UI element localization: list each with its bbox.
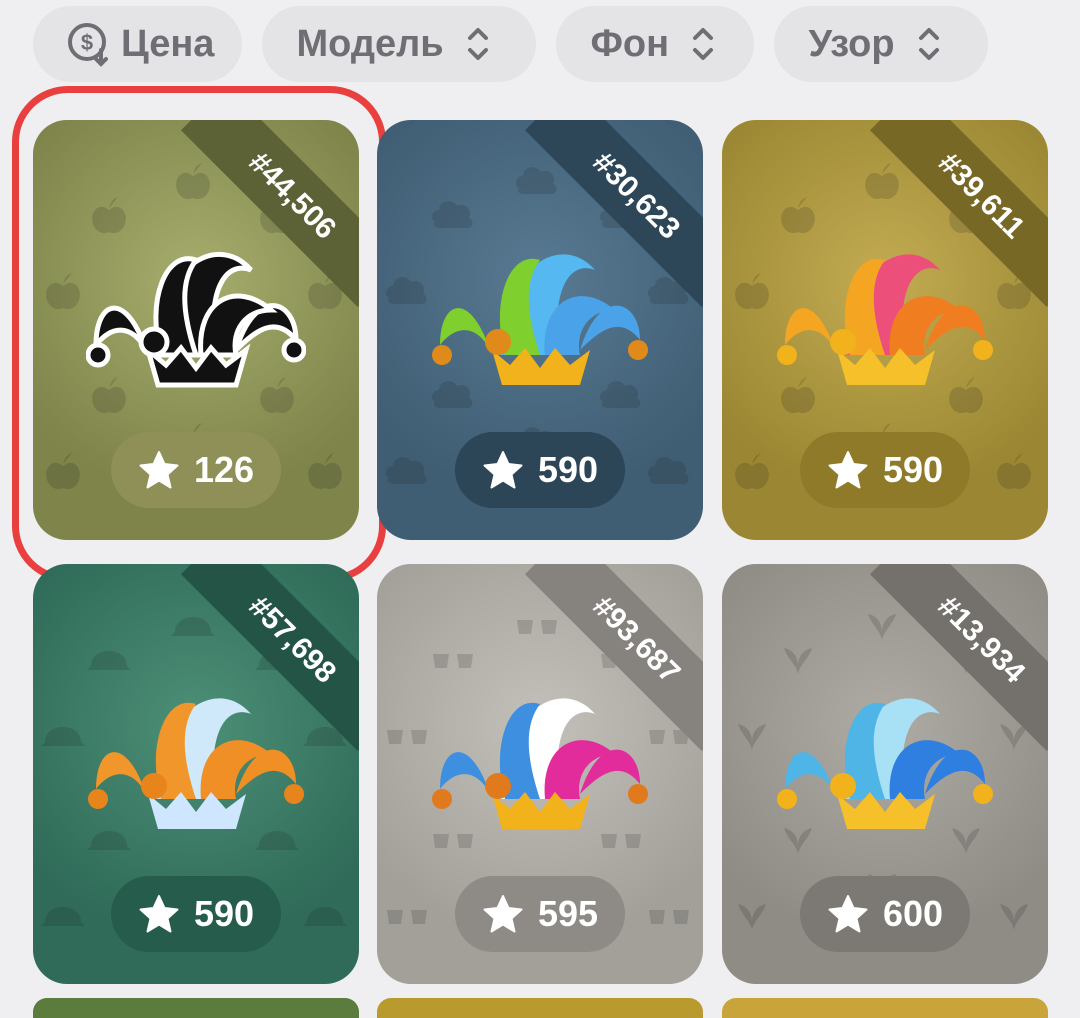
filter-model-chip[interactable]: Модель xyxy=(262,6,537,82)
star-icon xyxy=(483,451,523,489)
gift-card[interactable]: #30,623 590 xyxy=(377,120,703,540)
next-row-card-edge xyxy=(722,998,1048,1018)
filter-model-label: Модель xyxy=(296,22,444,65)
filter-price-chip[interactable]: $ Цена xyxy=(33,6,243,82)
filter-pattern-label: Узор xyxy=(808,22,895,65)
price-pill: 600 xyxy=(800,876,970,952)
filter-price-label: Цена xyxy=(121,22,215,65)
gift-card[interactable]: #13,934 600 xyxy=(722,564,1048,984)
sort-arrows-icon xyxy=(467,28,488,60)
price-pill: 590 xyxy=(455,432,625,508)
filter-background-chip[interactable]: Фон xyxy=(556,6,755,82)
gift-card[interactable]: #39,611 590 xyxy=(722,120,1048,540)
filter-pattern-chip[interactable]: Узор xyxy=(774,6,989,82)
price-pill: 590 xyxy=(111,876,281,952)
star-icon xyxy=(828,451,868,489)
price-value: 590 xyxy=(882,449,944,490)
next-row-card-edge xyxy=(33,998,359,1018)
jester-hat-icon xyxy=(777,698,993,829)
jester-hat-icon xyxy=(777,254,993,385)
svg-text:$: $ xyxy=(81,30,93,55)
gift-card[interactable]: #93,687 595 xyxy=(377,564,703,984)
price-value: 590 xyxy=(537,449,599,490)
sort-arrows-icon xyxy=(693,28,714,60)
jester-hat-icon xyxy=(86,251,306,388)
star-icon xyxy=(828,895,868,933)
star-icon xyxy=(139,451,179,489)
gift-card[interactable]: #44,506 126 xyxy=(33,120,359,540)
filter-bar: $ Цена Модель Фон Узор xyxy=(33,6,989,82)
jester-hat-icon xyxy=(432,698,648,829)
price-pill: 590 xyxy=(800,432,970,508)
price-value: 126 xyxy=(193,449,255,490)
price-value: 595 xyxy=(537,893,599,934)
coin-sort-icon: $ xyxy=(68,23,108,67)
price-pill: 126 xyxy=(111,432,281,508)
star-icon xyxy=(139,895,179,933)
price-value: 600 xyxy=(882,893,944,934)
jester-hat-icon xyxy=(88,698,304,829)
next-row-card-edge xyxy=(377,998,703,1018)
filter-background-label: Фон xyxy=(590,22,670,65)
price-pill: 595 xyxy=(455,876,625,952)
sort-arrows-icon xyxy=(918,28,939,60)
gift-card[interactable]: #57,698 590 xyxy=(33,564,359,984)
star-icon xyxy=(483,895,523,933)
price-value: 590 xyxy=(193,893,255,934)
jester-hat-icon xyxy=(432,254,648,385)
